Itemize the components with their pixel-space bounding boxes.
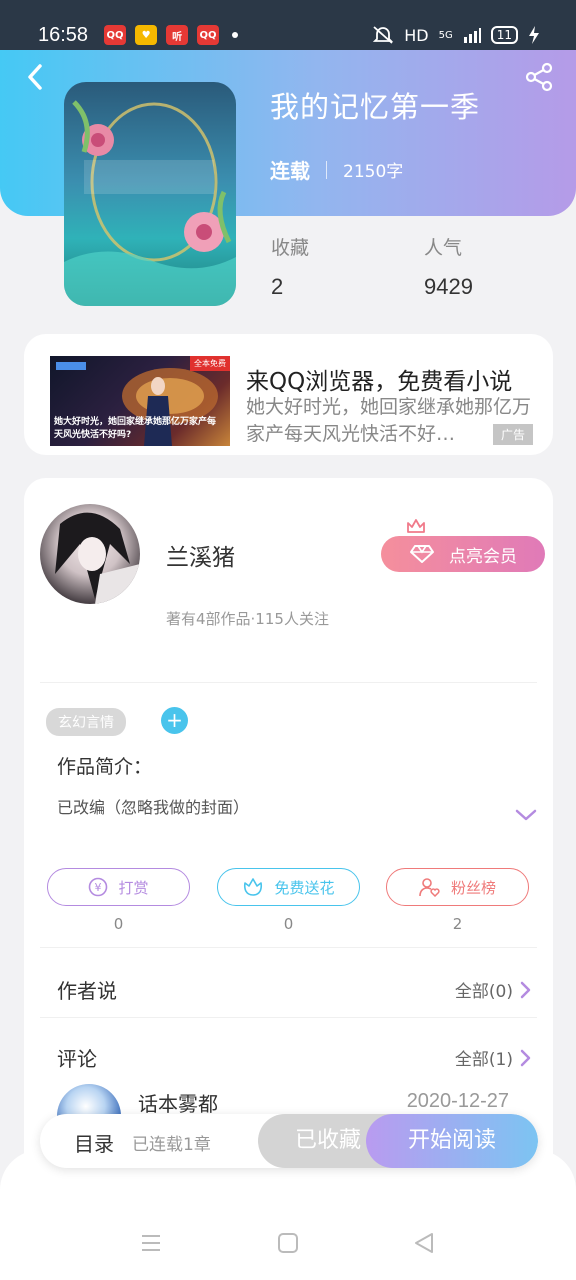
- comment-date: 2020-12-27: [406, 1090, 509, 1112]
- chevron-right-icon: [520, 981, 531, 998]
- diamond-icon: [410, 545, 434, 563]
- qq-reader-icon-2: QQ: [197, 25, 220, 45]
- tip-button[interactable]: ¥ 打赏: [47, 868, 190, 906]
- back-arrow-icon[interactable]: [22, 62, 48, 92]
- ad-image-caption: 她大好时光，她回家继承她那亿万家产每天风光快活不好吗?: [54, 417, 217, 440]
- battery-indicator: 11: [490, 26, 518, 44]
- vip-label: 点亮会员: [449, 546, 517, 567]
- add-tag-button[interactable]: +: [161, 707, 188, 734]
- stat-value: 9429: [424, 274, 473, 299]
- divider: [40, 682, 537, 683]
- coin-icon: ¥: [89, 877, 108, 897]
- bottom-action-bar: 目录 已连载1章 已收藏 开始阅读: [40, 1114, 538, 1168]
- book-meta: 连载 2150字: [270, 155, 403, 184]
- ticket-app-icon: ♥: [135, 25, 158, 45]
- author-says-all-label: 全部(0): [454, 982, 513, 1002]
- comments-all-label: 全部(1): [454, 1050, 513, 1070]
- chevron-down-icon[interactable]: [515, 808, 537, 822]
- notification-dot-icon: [232, 32, 239, 38]
- home-nav-icon[interactable]: [277, 1232, 299, 1254]
- crown-icon: [407, 519, 425, 533]
- comments-title: 评论: [57, 1047, 97, 1071]
- menu-nav-icon[interactable]: [140, 1232, 162, 1254]
- book-title: 我的记忆第一季: [270, 90, 481, 124]
- status-indicators: HD 5G 11: [372, 25, 540, 45]
- stat-favorites: 收藏 2: [271, 233, 309, 300]
- fan-user-icon: [419, 878, 440, 897]
- author-says-title: 作者说: [57, 979, 117, 1003]
- intro-heading: 作品简介：: [57, 756, 153, 778]
- author-stats: 著有4部作品·115人关注: [166, 610, 329, 628]
- author-avatar-art: [55, 512, 140, 604]
- share-icon[interactable]: [524, 62, 554, 92]
- comment-username[interactable]: 话本雾都: [138, 1088, 218, 1117]
- status-time: 16:58: [38, 23, 89, 46]
- fan-ranking-label: 粉丝榜: [450, 878, 496, 897]
- ting-app-icon: 听: [166, 25, 189, 45]
- meta-divider: [326, 160, 327, 179]
- table-of-contents-button[interactable]: 目录: [74, 1128, 114, 1157]
- ad-banner[interactable]: 全本免费 她大好时光，她回家继承她那亿万家产每天风光快活不好吗? 来QQ浏览器，…: [24, 334, 553, 455]
- stat-value: 2: [271, 274, 284, 299]
- ad-image: 全本免费 她大好时光，她回家继承她那亿万家产每天风光快活不好吗?: [50, 356, 230, 446]
- ad-title: 来QQ浏览器，免费看小说: [246, 369, 513, 395]
- stat-label: 收藏: [271, 237, 310, 259]
- send-flower-button[interactable]: 免费送花: [217, 868, 360, 906]
- charging-icon: [529, 26, 539, 44]
- qq-reader-icon: QQ: [104, 25, 127, 45]
- chapter-count[interactable]: 已连载1章: [132, 1130, 211, 1155]
- divider: [40, 947, 537, 948]
- stat-popularity: 人气 9429: [424, 233, 473, 300]
- genre-tag[interactable]: 玄幻言情: [46, 708, 126, 736]
- flower-count: 0: [283, 915, 294, 933]
- stat-label: 人气: [424, 237, 463, 259]
- book-cover-image[interactable]: [64, 82, 236, 306]
- back-nav-icon[interactable]: [413, 1232, 435, 1254]
- send-flower-label: 免费送花: [274, 878, 335, 897]
- signal-icon: [463, 28, 481, 43]
- book-word-count: 2150字: [343, 162, 404, 182]
- comments-all-link[interactable]: 全部(1): [455, 1045, 531, 1070]
- network-label: 5G: [438, 29, 453, 41]
- fan-ranking-button[interactable]: 粉丝榜: [386, 868, 529, 906]
- book-cover-art: [64, 100, 236, 306]
- svg-text:¥: ¥: [95, 881, 102, 894]
- hd-label: HD: [404, 25, 429, 45]
- bottom-background: [0, 1150, 576, 1280]
- ad-tag: 广告: [492, 424, 533, 445]
- author-avatar[interactable]: [40, 504, 140, 604]
- author-name[interactable]: 兰溪猪: [166, 538, 235, 572]
- divider: [40, 1017, 537, 1018]
- status-app-icons: QQ ♥ 听 QQ: [104, 25, 239, 45]
- chevron-right-icon: [520, 1049, 531, 1066]
- author-says-all-link[interactable]: 全部(0): [455, 977, 531, 1002]
- flower-icon: [244, 878, 263, 896]
- vip-activate-button[interactable]: 点亮会员: [381, 536, 545, 572]
- fan-count: 2: [452, 915, 463, 933]
- intro-text: 已改编（忽略我做的封面）: [57, 798, 250, 817]
- mute-bell-icon: [373, 26, 394, 44]
- start-reading-button[interactable]: 开始阅读: [366, 1114, 538, 1168]
- book-status: 连载: [270, 159, 310, 183]
- tip-count: 0: [113, 915, 124, 933]
- ad-image-badge: 全本免费: [190, 356, 230, 371]
- tip-label: 打赏: [118, 878, 149, 897]
